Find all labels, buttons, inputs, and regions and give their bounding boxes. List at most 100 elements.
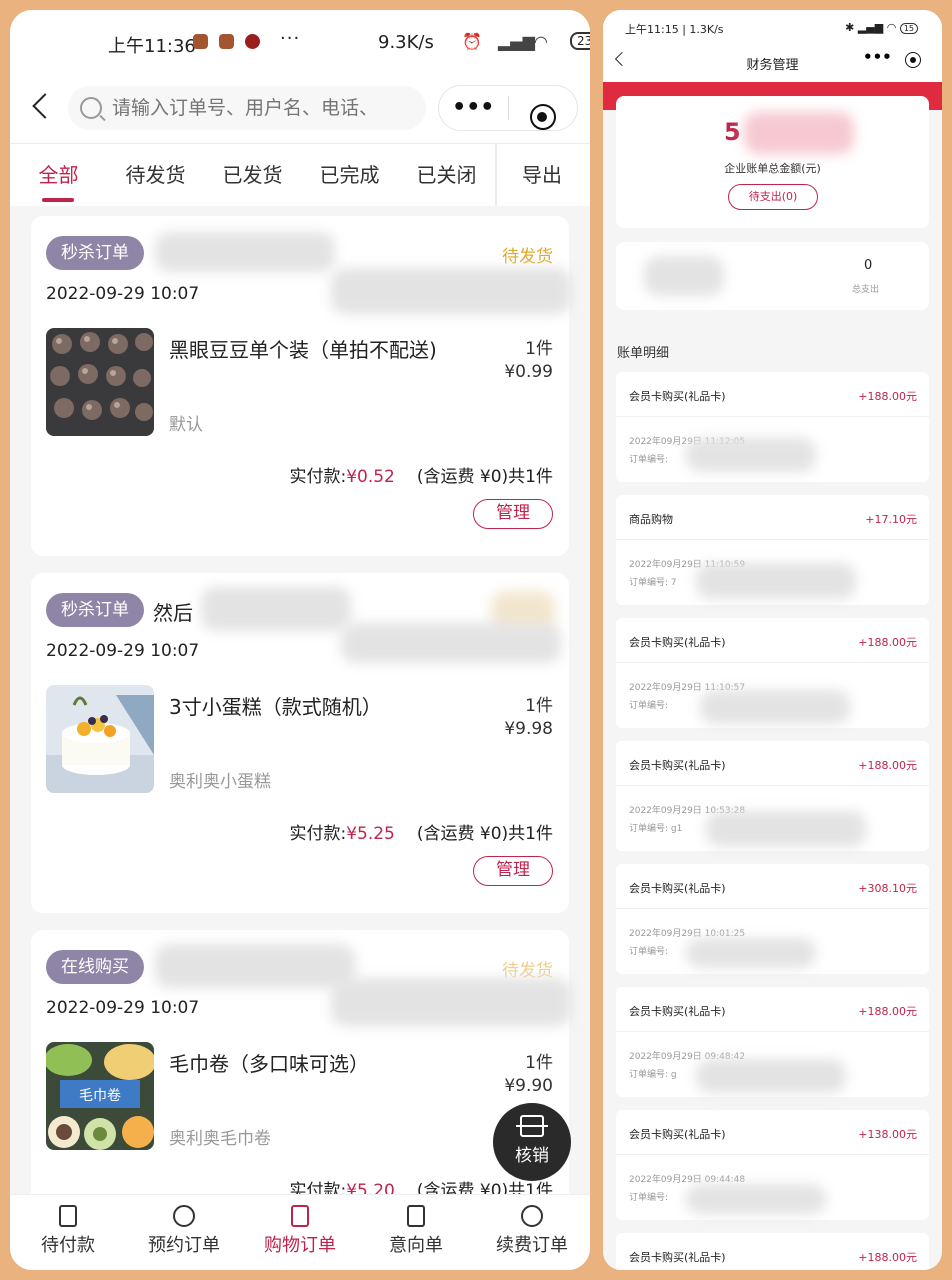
bill-item[interactable]: 会员卡购买(礼品卡) +188.00元 (616, 1233, 929, 1270)
total-expense-value: 0 (864, 258, 873, 273)
bill-type: 会员卡购买(礼品卡) (629, 759, 726, 772)
nav-label: 意向单 (389, 1235, 443, 1256)
order-summary: (含运费 ¥0)共1件 (416, 824, 553, 844)
nav-shopping-orders[interactable]: 购物订单 (242, 1195, 358, 1270)
bill-amount: +138.00元 (858, 1128, 917, 1141)
nav-renewal-orders[interactable]: 续费订单 (474, 1195, 590, 1270)
paid-label: 实付款: (289, 467, 347, 487)
divider (616, 1154, 929, 1155)
paid-amount: ¥5.25 (346, 824, 395, 844)
battery-icon: 15 (899, 23, 918, 34)
order-time: 2022-09-29 10:07 (46, 641, 200, 661)
redacted-info (696, 1059, 846, 1093)
status-indicators: ✱ ▂▄▆ ◠ 15 (845, 21, 918, 34)
redacted-info (331, 978, 571, 1026)
app-notification-icon (219, 34, 234, 49)
target-icon[interactable] (905, 52, 921, 68)
status-bar: 上午11:15 | 1.3K/s ✱ ▂▄▆ ◠ 15 (603, 10, 942, 40)
tab-shipped[interactable]: 已发货 (204, 144, 301, 206)
bill-order-number: 订单编号: (629, 701, 669, 711)
product-spec: 奥利奥小蛋糕 (169, 772, 271, 792)
bill-item[interactable]: 会员卡购买(礼品卡) +188.00元 2022年09月29日 10:53:28… (616, 741, 929, 851)
bill-type: 会员卡购买(礼品卡) (629, 882, 726, 895)
bill-item[interactable]: 会员卡购买(礼品卡) +188.00元 2022年09月29日 11:10:57… (616, 618, 929, 728)
network-speed: 9.3K/s (378, 32, 434, 53)
tab-pending-shipment[interactable]: 待发货 (107, 144, 204, 206)
product-spec: 默认 (169, 415, 203, 435)
pending-expense-button[interactable]: 待支出(0) (728, 184, 818, 210)
redacted-info (686, 938, 816, 968)
product-price: ¥9.98 (504, 719, 553, 739)
bill-item[interactable]: 会员卡购买(礼品卡) +188.00元 2022年09月29日 11:12:05… (616, 372, 929, 482)
bill-amount: +188.00元 (858, 1005, 917, 1018)
order-summary: (含运费 ¥0)共1件 (416, 467, 553, 487)
redacted-info (644, 256, 724, 296)
redacted-info (686, 438, 816, 472)
order-type-badge: 秒杀订单 (46, 593, 144, 627)
status-indicators: ⏰ ▂▄▆ ◠ 23 (462, 32, 590, 51)
order-card[interactable]: 秒杀订单 然后 2022-09-29 10:07 3寸小蛋糕（款式随机） 奥利奥… (31, 573, 569, 913)
redacted-info (696, 563, 856, 599)
status-time: 上午11:15 | 1.3K/s (625, 23, 724, 36)
bill-item[interactable]: 会员卡购买(礼品卡) +188.00元 2022年09月29日 09:48:42… (616, 987, 929, 1097)
search-input[interactable] (112, 97, 412, 119)
bill-order-number: 订单编号: 7 (629, 578, 677, 588)
yen-icon (521, 1205, 543, 1227)
tab-closed[interactable]: 已关闭 (398, 144, 495, 206)
search-box[interactable] (68, 86, 426, 130)
export-button[interactable]: 导出 (495, 144, 587, 206)
bill-amount: +188.00元 (858, 636, 917, 649)
nav-label: 待付款 (41, 1235, 95, 1256)
nav-label: 预约订单 (148, 1235, 220, 1256)
bill-item[interactable]: 会员卡购买(礼品卡) +308.10元 2022年09月29日 10:01:25… (616, 864, 929, 974)
nav-intent-orders[interactable]: 意向单 (358, 1195, 474, 1270)
paid-amount: ¥0.52 (346, 467, 395, 487)
app-notification-icon (193, 34, 208, 49)
redacted-info (686, 1184, 826, 1214)
expense-stats: 0 总支出 (616, 242, 929, 310)
close-miniprogram-button[interactable] (509, 95, 578, 130)
verify-button[interactable]: 核销 (493, 1103, 571, 1181)
product-quantity: 1件 (525, 696, 553, 716)
navigation-bar: ••• (10, 72, 590, 144)
payment-summary: 实付款:¥5.25 (含运费 ¥0)共1件 (289, 819, 553, 844)
tab-all[interactable]: 全部 (10, 144, 107, 206)
more-menu-button[interactable]: ••• (439, 86, 508, 130)
divider (616, 908, 929, 909)
bill-type: 会员卡购买(礼品卡) (629, 390, 726, 403)
manage-button[interactable]: 管理 (473, 499, 553, 529)
bill-item[interactable]: 商品购物 +17.10元 2022年09月29日 11:10:59 订单编号: … (616, 495, 929, 605)
manage-button[interactable]: 管理 (473, 856, 553, 886)
order-status-tabs: 全部 待发货 已发货 已完成 已关闭 导出 (10, 144, 590, 206)
finance-app: 上午11:15 | 1.3K/s ✱ ▂▄▆ ◠ 15 财务管理 ••• 5 企… (603, 10, 942, 1270)
order-type-badge: 秒杀订单 (46, 236, 144, 270)
tab-completed[interactable]: 已完成 (301, 144, 398, 206)
receipt-icon (59, 1205, 77, 1227)
back-arrow-icon[interactable] (26, 92, 56, 122)
nav-pending-payment[interactable]: 待付款 (10, 1195, 126, 1270)
scan-icon (516, 1115, 548, 1137)
bill-amount: +308.10元 (858, 882, 917, 895)
order-list-icon (291, 1205, 309, 1227)
bill-amount: +17.10元 (865, 513, 917, 526)
bill-type: 会员卡购买(礼品卡) (629, 636, 726, 649)
redacted-info (201, 587, 351, 631)
mini-program-capsule: ••• (438, 85, 578, 131)
nav-reservations[interactable]: 预约订单 (126, 1195, 242, 1270)
product-price: ¥0.99 (504, 362, 553, 382)
paid-label: 实付款: (289, 824, 347, 844)
bill-order-number: 订单编号: (629, 947, 669, 957)
orders-app: 上午11:36 ··· 9.3K/s ⏰ ▂▄▆ ◠ 23 ••• 全部 待发货… (10, 10, 590, 1270)
divider (616, 662, 929, 663)
nav-label: 购物订单 (264, 1235, 336, 1256)
bottom-navigation: 待付款 预约订单 购物订单 意向单 续费订单 (10, 1194, 590, 1270)
bill-details-title: 账单明细 (617, 346, 670, 361)
more-menu-button[interactable]: ••• (863, 48, 892, 66)
verify-label: 核销 (515, 1146, 549, 1166)
status-bar: 上午11:36 ··· 9.3K/s ⏰ ▂▄▆ ◠ 23 (10, 10, 590, 72)
payment-summary: 实付款:¥0.52 (含运费 ¥0)共1件 (289, 462, 553, 487)
notification-icons (193, 34, 260, 49)
order-card[interactable]: 秒杀订单 待发货 2022-09-29 10:07 黑眼豆豆单个装（单拍不配送)… (31, 216, 571, 556)
bill-item[interactable]: 会员卡购买(礼品卡) +138.00元 2022年09月29日 09:44:48… (616, 1110, 929, 1220)
order-time: 2022-09-29 10:07 (46, 998, 200, 1018)
